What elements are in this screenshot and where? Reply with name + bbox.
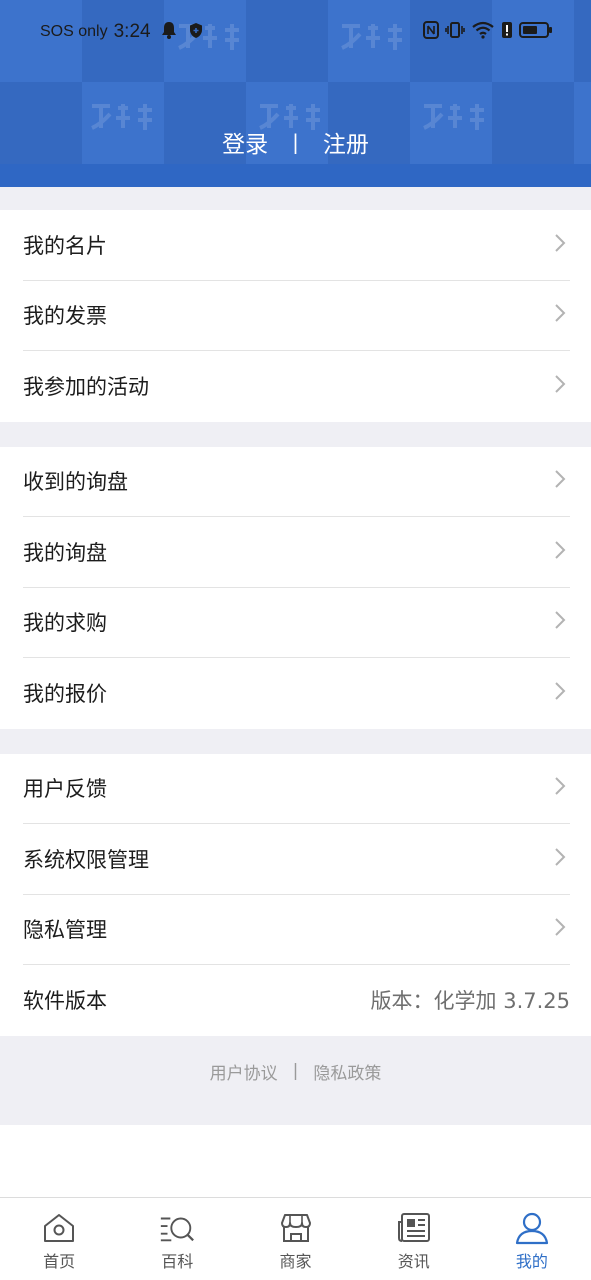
tab-label: 百科 xyxy=(161,1252,194,1271)
menu-item-purchase-requests[interactable]: 我的求购 xyxy=(23,588,570,658)
menu-item-label: 我的报价 xyxy=(23,682,107,707)
chevron-right-icon xyxy=(550,847,570,867)
encyclopedia-icon xyxy=(158,1210,196,1246)
store-icon xyxy=(277,1210,315,1246)
menu-item-label: 用户反馈 xyxy=(23,777,107,802)
menu-item-label: 系统权限管理 xyxy=(23,847,149,872)
menu-item-feedback[interactable]: 用户反馈 xyxy=(23,754,570,824)
menu-item-label: 收到的询盘 xyxy=(23,470,128,495)
menu-item-business-card[interactable]: 我的名片 xyxy=(23,210,570,281)
policy-footer: 用户协议 | 隐私政策 xyxy=(0,1035,591,1125)
profile-icon xyxy=(513,1210,551,1246)
wifi-icon xyxy=(471,21,495,43)
chevron-right-icon xyxy=(550,374,570,394)
clock: 3:24 xyxy=(113,21,151,42)
menu-item-privacy[interactable]: 隐私管理 xyxy=(23,895,570,965)
home-icon xyxy=(40,1210,78,1246)
user-agreement-link[interactable]: 用户协议 xyxy=(210,1059,278,1084)
tab-news[interactable]: 资讯 xyxy=(355,1198,473,1280)
auth-separator: | xyxy=(292,130,299,154)
chevron-right-icon xyxy=(550,303,570,323)
menu-item-label: 我的询盘 xyxy=(23,540,107,565)
menu-item-permissions[interactable]: 系统权限管理 xyxy=(23,824,570,895)
menu-group-settings: 用户反馈 系统权限管理 隐私管理 软件版本 版本：化学加 3.7.25 xyxy=(0,753,591,1036)
tab-label: 我的 xyxy=(515,1252,548,1271)
profile-header: SOS only 3:24 登录 | 注册 xyxy=(0,0,591,187)
menu-item-activities[interactable]: 我参加的活动 xyxy=(23,351,570,422)
chevron-right-icon xyxy=(550,917,570,937)
chevron-right-icon xyxy=(550,776,570,796)
menu-item-label: 我的求购 xyxy=(23,611,107,636)
nfc-icon xyxy=(423,21,439,43)
alert-icon xyxy=(501,21,513,43)
vibrate-icon xyxy=(445,21,465,43)
menu-item-label: 我参加的活动 xyxy=(23,375,149,400)
battery-icon xyxy=(519,21,553,43)
tab-profile[interactable]: 我的 xyxy=(473,1198,591,1280)
news-icon xyxy=(395,1210,433,1246)
menu-item-my-inquiries[interactable]: 我的询盘 xyxy=(23,517,570,588)
menu-item-label: 软件版本 xyxy=(23,989,107,1014)
tab-merchants[interactable]: 商家 xyxy=(236,1198,354,1280)
bell-icon xyxy=(161,21,177,43)
tab-label: 商家 xyxy=(279,1252,312,1271)
menu-item-label: 隐私管理 xyxy=(23,918,107,943)
tab-label: 资讯 xyxy=(397,1252,430,1271)
status-bar: SOS only 3:24 xyxy=(0,0,591,66)
menu-item-label: 我的名片 xyxy=(23,233,107,258)
section-gap xyxy=(0,187,591,210)
section-gap xyxy=(0,421,591,447)
menu-item-invoices[interactable]: 我的发票 xyxy=(23,281,570,351)
chevron-right-icon xyxy=(550,540,570,560)
chevron-right-icon xyxy=(550,681,570,701)
chevron-right-icon xyxy=(550,233,570,253)
menu-item-label: 我的发票 xyxy=(23,304,107,329)
carrier-text: SOS only xyxy=(40,23,108,40)
menu-item-version: 软件版本 版本：化学加 3.7.25 xyxy=(23,965,570,1036)
menu-item-received-inquiries[interactable]: 收到的询盘 xyxy=(23,447,570,517)
tab-home[interactable]: 首页 xyxy=(0,1198,118,1280)
chevron-right-icon xyxy=(550,469,570,489)
shield-icon xyxy=(189,22,203,43)
tab-encyclopedia[interactable]: 百科 xyxy=(118,1198,236,1280)
footer-separator: | xyxy=(292,1061,299,1081)
bottom-tab-bar: 首页 百科 商家 资讯 我的 xyxy=(0,1197,591,1280)
privacy-policy-link[interactable]: 隐私政策 xyxy=(313,1059,381,1084)
auth-links: 登录 | 注册 xyxy=(0,122,591,162)
version-value: 版本：化学加 3.7.25 xyxy=(370,989,570,1014)
menu-group-profile: 我的名片 我的发票 我参加的活动 xyxy=(0,210,591,422)
chevron-right-icon xyxy=(550,610,570,630)
tab-label: 首页 xyxy=(43,1252,76,1271)
register-link[interactable]: 注册 xyxy=(323,125,369,159)
menu-item-quotes[interactable]: 我的报价 xyxy=(23,658,570,729)
login-link[interactable]: 登录 xyxy=(222,125,268,159)
menu-list: 我的名片 我的发票 我参加的活动 收到的询盘 我的询盘 我的求购 我的报价 用户… xyxy=(0,187,591,1125)
menu-group-trade: 收到的询盘 我的询盘 我的求购 我的报价 xyxy=(0,446,591,729)
section-gap xyxy=(0,728,591,754)
